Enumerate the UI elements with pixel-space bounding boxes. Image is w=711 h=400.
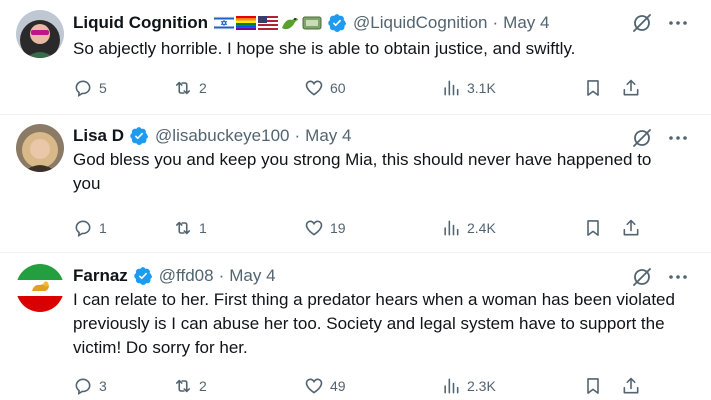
repost-button[interactable]: 2 (173, 78, 304, 98)
israel-flag-icon (214, 16, 235, 30)
bookmark-icon (587, 378, 599, 394)
heart-icon (305, 80, 323, 96)
reply-button[interactable]: 5 (73, 78, 173, 98)
repost-count: 2 (199, 80, 207, 96)
tweet[interactable]: Lisa D @lisabuckeye100 · May 4 God bless… (0, 115, 711, 253)
share-button[interactable] (621, 376, 641, 396)
us-flag-icon (258, 16, 279, 30)
avatar[interactable] (16, 124, 64, 172)
repost-button[interactable]: 1 (173, 218, 304, 238)
bookmark-button[interactable] (583, 376, 603, 396)
avatar[interactable] (16, 264, 64, 312)
bookmark-icon (587, 80, 599, 96)
like-button[interactable]: 60 (304, 78, 441, 98)
repost-icon (175, 81, 191, 95)
share-button[interactable] (621, 78, 641, 98)
verified-badge-icon (327, 13, 347, 33)
tweet-date[interactable]: May 4 (503, 12, 549, 34)
reply-button[interactable]: 3 (73, 376, 173, 396)
author-name[interactable]: Farnaz (73, 265, 128, 287)
views-button[interactable]: 2.4K (441, 218, 575, 238)
grok-icon[interactable] (631, 266, 653, 288)
heart-icon (305, 378, 323, 394)
repost-button[interactable]: 2 (173, 376, 304, 396)
verified-badge-icon (133, 266, 153, 286)
reply-icon (75, 80, 91, 98)
repost-count: 2 (199, 378, 207, 394)
bookmark-button[interactable] (583, 218, 603, 238)
like-button[interactable]: 49 (304, 376, 441, 396)
author-name[interactable]: Liquid Cognition (73, 12, 208, 34)
grok-icon[interactable] (631, 127, 653, 149)
bookmark-icon (587, 220, 599, 236)
author-name[interactable]: Lisa D (73, 125, 124, 147)
author-handle[interactable]: @LiquidCognition (353, 12, 487, 34)
share-icon (623, 377, 639, 394)
dragon-icon (282, 18, 299, 30)
views-icon (444, 80, 459, 96)
more-options-icon[interactable] (667, 266, 689, 288)
repost-icon (175, 379, 191, 393)
reply-icon (75, 220, 91, 238)
like-count: 19 (330, 220, 346, 236)
tweet-actions: 5 2 60 3.1K (73, 76, 691, 100)
like-button[interactable]: 19 (304, 218, 441, 238)
share-icon (623, 219, 639, 236)
views-count: 2.3K (467, 378, 496, 394)
tweet-actions: 1 1 19 2.4K (73, 216, 691, 240)
separator-dot: · (218, 266, 225, 285)
reply-button[interactable]: 1 (73, 218, 173, 238)
tweet-text: So abjectly horrible. I hope she is able… (73, 39, 576, 58)
views-button[interactable]: 3.1K (441, 78, 575, 98)
tweet[interactable]: Liquid Cognition @LiquidCognition · May … (0, 0, 711, 115)
like-count: 60 (330, 80, 346, 96)
grok-icon[interactable] (631, 12, 653, 34)
rainbow-flag-icon (236, 16, 257, 30)
author-handle[interactable]: @lisabuckeye100 (155, 125, 289, 147)
separator-dot: · (294, 126, 301, 145)
heart-icon (305, 220, 323, 236)
tweet[interactable]: Farnaz @ffd08 · May 4 I can relate to he… (0, 253, 711, 400)
tweet-actions: 3 2 49 2.3K (73, 374, 691, 398)
views-icon (444, 220, 459, 236)
separator-dot: · (492, 13, 499, 32)
views-icon (444, 378, 459, 394)
reply-count: 3 (99, 378, 107, 394)
views-count: 3.1K (467, 80, 496, 96)
tweet-date[interactable]: May 4 (229, 265, 275, 287)
like-count: 49 (330, 378, 346, 394)
bookmark-button[interactable] (583, 78, 603, 98)
repost-icon (175, 221, 191, 235)
tweet-date[interactable]: May 4 (305, 125, 351, 147)
reply-count: 1 (99, 220, 107, 236)
author-handle[interactable]: @ffd08 (159, 265, 214, 287)
display-name-emojis (214, 14, 322, 32)
tweet-text: God bless you and keep you strong Mia, t… (73, 150, 652, 193)
repost-count: 1 (199, 220, 207, 236)
views-button[interactable]: 2.3K (441, 376, 575, 396)
share-button[interactable] (621, 218, 641, 238)
more-options-icon[interactable] (667, 127, 689, 149)
share-icon (623, 79, 639, 96)
reply-count: 5 (99, 80, 107, 96)
more-options-icon[interactable] (667, 12, 689, 34)
tweet-text: I can relate to her. First thing a preda… (73, 290, 675, 357)
views-count: 2.4K (467, 220, 496, 236)
ticket-icon (302, 16, 322, 30)
verified-badge-icon (129, 126, 149, 146)
reply-icon (75, 378, 91, 396)
avatar[interactable] (16, 10, 64, 58)
